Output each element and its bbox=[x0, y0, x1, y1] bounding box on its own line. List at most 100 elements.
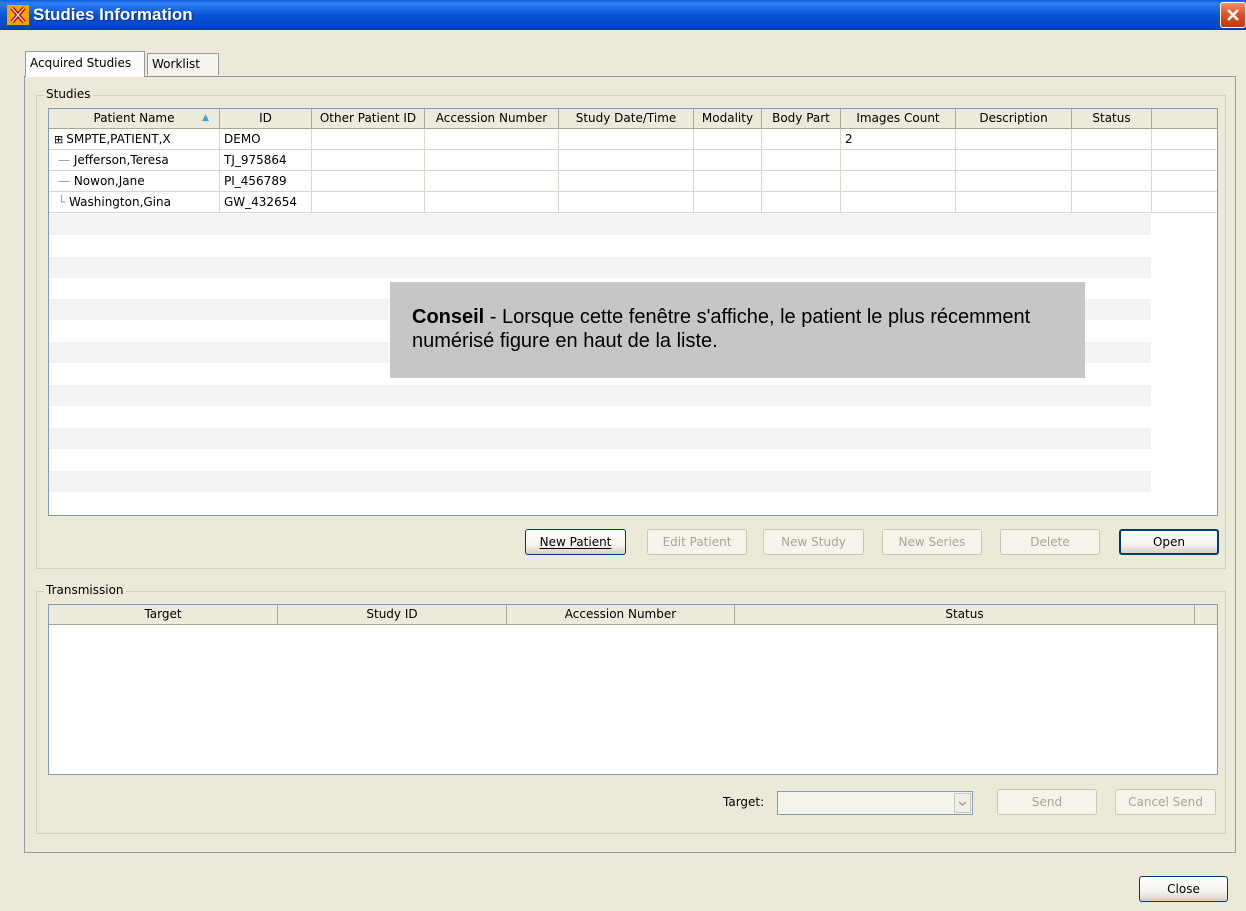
table-row[interactable]: └ Washington,Gina GW_432654 bbox=[49, 192, 1217, 213]
patient-id-cell: GW_432654 bbox=[220, 192, 312, 213]
body-part-cell bbox=[762, 150, 841, 171]
study-date-cell bbox=[559, 129, 694, 150]
tree-line-icon: — bbox=[58, 153, 74, 167]
empty-row-stripe bbox=[49, 471, 1151, 492]
other-patient-id-cell bbox=[312, 171, 425, 192]
images-count-cell: 2 bbox=[841, 129, 956, 150]
tree-expand-icon[interactable]: ⊞ bbox=[54, 133, 63, 146]
body-part-cell bbox=[762, 192, 841, 213]
open-button[interactable]: Open bbox=[1119, 529, 1219, 555]
status-cell bbox=[1072, 171, 1152, 192]
description-cell bbox=[956, 171, 1072, 192]
column-header-patient-name[interactable]: Patient Name ▲ bbox=[49, 109, 220, 129]
study-date-cell bbox=[559, 171, 694, 192]
column-header-study-date-time[interactable]: Study Date/Time bbox=[559, 109, 694, 129]
transmission-table: Target Study ID Accession Number Status bbox=[48, 604, 1218, 775]
chevron-down-icon[interactable] bbox=[954, 793, 971, 813]
images-count-cell bbox=[841, 171, 956, 192]
column-header-modality[interactable]: Modality bbox=[694, 109, 762, 129]
patient-name-cell: — Nowon,Jane bbox=[49, 171, 220, 192]
study-date-cell bbox=[559, 150, 694, 171]
filler-cell bbox=[1152, 192, 1217, 213]
new-patient-button[interactable]: New Patient bbox=[525, 529, 626, 555]
column-header-study-id[interactable]: Study ID bbox=[278, 605, 507, 625]
dropdown-arrow-icon bbox=[958, 801, 967, 806]
tab-worklist[interactable]: Worklist bbox=[147, 53, 219, 75]
studies-information-window: Studies Information Acquired Studies Wor… bbox=[0, 0, 1246, 911]
column-header-status[interactable]: Status bbox=[1072, 109, 1152, 129]
cancel-send-button[interactable]: Cancel Send bbox=[1115, 789, 1216, 815]
empty-row-stripe bbox=[49, 214, 1151, 235]
patient-id-cell: PI_456789 bbox=[220, 171, 312, 192]
close-icon bbox=[1227, 9, 1239, 21]
empty-row-stripe bbox=[49, 428, 1151, 449]
accession-number-cell bbox=[425, 171, 559, 192]
images-count-cell bbox=[841, 150, 956, 171]
empty-row-stripe bbox=[49, 385, 1151, 406]
close-button[interactable]: Close bbox=[1139, 876, 1228, 902]
images-count-cell bbox=[841, 192, 956, 213]
table-row[interactable]: — Jefferson,Teresa TJ_975864 bbox=[49, 150, 1217, 171]
patient-name-cell: └ Washington,Gina bbox=[49, 192, 220, 213]
target-combo[interactable] bbox=[777, 791, 973, 815]
tip-text: - Lorsque cette fenêtre s'affiche, le pa… bbox=[412, 306, 1031, 352]
column-header-filler bbox=[1195, 605, 1217, 625]
filler-cell bbox=[1152, 129, 1217, 150]
filler-cell bbox=[1152, 171, 1217, 192]
sort-ascending-icon: ▲ bbox=[202, 113, 209, 123]
other-patient-id-cell bbox=[312, 192, 425, 213]
column-header-target[interactable]: Target bbox=[49, 605, 278, 625]
edit-patient-button[interactable]: Edit Patient bbox=[647, 529, 747, 555]
patient-id-cell: DEMO bbox=[220, 129, 312, 150]
body-part-cell bbox=[762, 171, 841, 192]
status-cell bbox=[1072, 150, 1152, 171]
new-series-button[interactable]: New Series bbox=[882, 529, 982, 555]
patient-id-cell: TJ_975864 bbox=[220, 150, 312, 171]
close-window-button[interactable] bbox=[1220, 2, 1246, 28]
study-date-cell bbox=[559, 192, 694, 213]
new-study-button[interactable]: New Study bbox=[763, 529, 864, 555]
patient-name: SMPTE,PATIENT,X bbox=[66, 132, 171, 146]
title-bar: Studies Information bbox=[0, 0, 1246, 30]
column-header-filler bbox=[1152, 109, 1217, 129]
patient-name: Nowon,Jane bbox=[73, 174, 145, 188]
column-header-accession-number[interactable]: Accession Number bbox=[425, 109, 559, 129]
description-cell bbox=[956, 150, 1072, 171]
patient-name: Jefferson,Teresa bbox=[73, 153, 169, 167]
body-part-cell bbox=[762, 129, 841, 150]
transmission-group-label: Transmission bbox=[44, 583, 126, 597]
table-row[interactable]: — Nowon,Jane PI_456789 bbox=[49, 171, 1217, 192]
empty-row-stripe bbox=[49, 257, 1151, 278]
column-header-accession-number[interactable]: Accession Number bbox=[507, 605, 735, 625]
window-title: Studies Information bbox=[33, 5, 193, 24]
modality-cell bbox=[694, 192, 762, 213]
column-header-other-patient-id[interactable]: Other Patient ID bbox=[312, 109, 425, 129]
table-row[interactable]: ⊞ SMPTE,PATIENT,X DEMO 2 bbox=[49, 129, 1217, 150]
other-patient-id-cell bbox=[312, 150, 425, 171]
delete-button[interactable]: Delete bbox=[1000, 529, 1100, 555]
tree-line-icon: — bbox=[58, 174, 74, 188]
transmission-group: Transmission Target Study ID Accession N… bbox=[36, 583, 1226, 834]
patient-name-cell: — Jefferson,Teresa bbox=[49, 150, 220, 171]
app-logo-icon bbox=[7, 5, 29, 25]
column-header-body-part[interactable]: Body Part bbox=[762, 109, 841, 129]
patient-name: Washington,Gina bbox=[69, 195, 171, 209]
tab-acquired-studies[interactable]: Acquired Studies bbox=[25, 51, 145, 77]
description-cell bbox=[956, 192, 1072, 213]
send-button[interactable]: Send bbox=[997, 789, 1097, 815]
modality-cell bbox=[694, 129, 762, 150]
column-header-images-count[interactable]: Images Count bbox=[841, 109, 956, 129]
status-cell bbox=[1072, 192, 1152, 213]
modality-cell bbox=[694, 150, 762, 171]
tip-heading: Conseil bbox=[412, 306, 485, 328]
column-header-description[interactable]: Description bbox=[956, 109, 1072, 129]
studies-group-label: Studies bbox=[44, 87, 93, 101]
acquired-studies-panel: Studies Patient Name ▲ ID Other Patient … bbox=[24, 76, 1236, 853]
accession-number-cell bbox=[425, 150, 559, 171]
column-header-id[interactable]: ID bbox=[220, 109, 312, 129]
status-cell bbox=[1072, 129, 1152, 150]
description-cell bbox=[956, 129, 1072, 150]
other-patient-id-cell bbox=[312, 129, 425, 150]
column-header-status[interactable]: Status bbox=[735, 605, 1195, 625]
accession-number-cell bbox=[425, 129, 559, 150]
